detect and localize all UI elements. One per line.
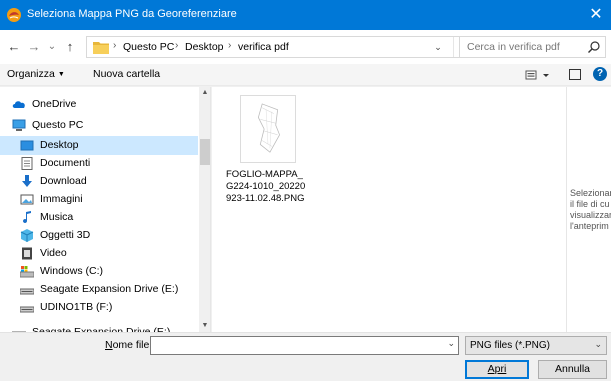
sidebar-item-documenti[interactable]: Documenti [0, 154, 198, 173]
forward-arrow-icon[interactable]: → [26, 39, 42, 55]
drive-icon [19, 283, 35, 296]
sidebar-item-seagate-expansion-drive-e[interactable]: Seagate Expansion Drive (E:) [0, 280, 198, 299]
window-title: Seleziona Mappa PNG da Georeferenziare [27, 8, 237, 20]
sidebar-item-questo-pc[interactable]: Questo PC [0, 116, 198, 135]
breadcrumb-desktop[interactable]: Desktop [185, 41, 224, 53]
preview-pane: Selezionar il file di cu visualizzar l'a… [566, 87, 611, 332]
breadcrumb-separator-icon: › [113, 40, 117, 51]
scrollbar-thumb[interactable] [200, 139, 210, 165]
filename-label: Nome file: [105, 339, 152, 351]
address-bar[interactable]: › Questo PC › Desktop › verifica pdf ⌄ ↻ [86, 36, 484, 58]
sidebar-item-onedrive[interactable]: OneDrive [0, 95, 198, 114]
help-icon[interactable]: ? [593, 67, 607, 81]
drive-icon [19, 301, 35, 314]
sidebar-item-download[interactable]: Download [0, 172, 198, 191]
sidebar-item-immagini[interactable]: Immagini [0, 190, 198, 209]
sidebar-item-udino1tb-f[interactable]: UDINO1TB (F:) [0, 298, 198, 317]
close-icon[interactable]: ✕ [581, 0, 611, 30]
file-name-line: 923-11.02.48.PNG [226, 193, 305, 204]
back-arrow-icon[interactable]: ← [6, 39, 22, 55]
preview-message: Selezionar il file di cu visualizzar l'a… [570, 188, 611, 232]
file-list[interactable]: FOGLIO-MAPPA_ G224-1010_20220 923-11.02.… [212, 87, 566, 332]
chevron-down-icon: ▼ [57, 71, 65, 78]
scroll-up-icon[interactable]: ▲ [199, 87, 210, 99]
3d-objects-icon [20, 229, 34, 242]
breadcrumb-separator-icon: › [228, 40, 232, 51]
drive-c-icon [19, 265, 35, 278]
command-bar: Organizza ▼ Nuova cartella ? [0, 64, 611, 86]
navigation-bar: ← → ⌄ ↑ › Questo PC › Desktop › verifica… [0, 30, 611, 64]
computer-icon [12, 119, 26, 132]
sidebar-item-label: Musica [40, 211, 74, 223]
sidebar-item-label: Questo PC [32, 119, 84, 131]
sidebar-item-desktop[interactable]: Desktop [0, 136, 198, 155]
filename-label-text: ome file: [112, 339, 153, 351]
search-icon[interactable] [587, 40, 601, 54]
sidebar-item-label: Immagini [40, 193, 83, 205]
recent-locations-icon[interactable]: ⌄ [44, 39, 60, 55]
sidebar-scrollbar[interactable]: ▲ ▼ [199, 87, 210, 332]
organize-button[interactable]: Organizza ▼ [7, 68, 65, 80]
sidebar-item-seagate-expansion-drive-e[interactable]: Seagate Expansion Drive (E:) [0, 323, 198, 332]
preview-line: l'anteprim [570, 221, 609, 231]
chevron-down-icon[interactable]: ⌄ [594, 339, 602, 350]
pictures-icon [20, 193, 34, 206]
sidebar-item-label: Windows (C:) [40, 265, 104, 277]
video-icon [20, 247, 34, 260]
cancel-button[interactable]: Annulla [538, 360, 607, 379]
filename-input[interactable]: ⌄ [150, 336, 459, 355]
preview-line: Selezionar [570, 188, 611, 198]
new-folder-button[interactable]: Nuova cartella [93, 68, 160, 80]
breadcrumb-separator-icon: › [175, 40, 179, 51]
sidebar-item-label: Oggetti 3D [40, 229, 91, 241]
preview-pane-icon[interactable] [569, 69, 581, 80]
sidebar-item-label: Video [40, 247, 67, 259]
sidebar-item-label: Download [40, 175, 87, 187]
sidebar-item-label: Desktop [40, 139, 79, 151]
folder-icon [93, 42, 109, 54]
scroll-down-icon[interactable]: ▼ [199, 320, 210, 332]
music-icon [20, 211, 34, 224]
open-label: Apri [487, 363, 507, 375]
file-name-line: FOGLIO-MAPPA_ [226, 169, 303, 180]
sidebar-item-label: OneDrive [32, 98, 77, 110]
documents-icon [20, 157, 34, 170]
filename-label-access-key: N [105, 339, 113, 351]
title-bar: Seleziona Mappa PNG da Georeferenziare ✕ [0, 0, 611, 30]
change-view-icon[interactable] [525, 68, 551, 82]
sidebar-item-label: Documenti [40, 157, 91, 169]
address-dropdown-icon[interactable]: ⌄ [431, 39, 445, 55]
breadcrumb-verifica-pdf[interactable]: verifica pdf [238, 41, 289, 53]
download-icon [20, 175, 34, 188]
desktop-icon [20, 139, 34, 152]
organize-label: Organizza [7, 68, 55, 80]
sidebar-item-video[interactable]: Video [0, 244, 198, 263]
search-box[interactable]: Cerca in verifica pdf [459, 36, 606, 58]
cloud-icon [12, 98, 26, 111]
sidebar-item-label: UDINO1TB (F:) [40, 301, 113, 313]
preview-line: il file di cu [570, 199, 610, 209]
file-name-line: G224-1010_20220 [226, 181, 306, 192]
preview-line: visualizzar [570, 210, 611, 220]
breadcrumb-questo-pc[interactable]: Questo PC [123, 41, 174, 53]
file-item[interactable]: FOGLIO-MAPPA_ G224-1010_20220 923-11.02.… [226, 93, 312, 205]
navigation-pane[interactable]: OneDrive Questo PC Desktop Documenti Downloa… [0, 87, 211, 332]
sidebar-item-musica[interactable]: Musica [0, 208, 198, 227]
map-thumbnail-icon [257, 103, 280, 153]
chevron-down-icon[interactable]: ⌄ [447, 338, 455, 349]
app-icon [7, 8, 21, 22]
search-input[interactable]: Cerca in verifica pdf [467, 41, 560, 53]
file-type-select[interactable]: PNG files (*.PNG) ⌄ [465, 336, 607, 355]
file-name: FOGLIO-MAPPA_ G224-1010_20220 923-11.02.… [226, 169, 312, 205]
dialog-footer: Nome file: ⌄ PNG files (*.PNG) ⌄ Apri An… [0, 332, 611, 381]
png-thumbnail-icon [240, 95, 296, 163]
sidebar-item-oggetti-3d[interactable]: Oggetti 3D [0, 226, 198, 245]
up-arrow-icon[interactable]: ↑ [62, 39, 78, 55]
file-type-value: PNG files (*.PNG) [470, 340, 551, 351]
open-button[interactable]: Apri [465, 360, 529, 379]
sidebar-item-label: Seagate Expansion Drive (E:) [40, 283, 179, 295]
sidebar-item-windows-c[interactable]: Windows (C:) [0, 262, 198, 281]
